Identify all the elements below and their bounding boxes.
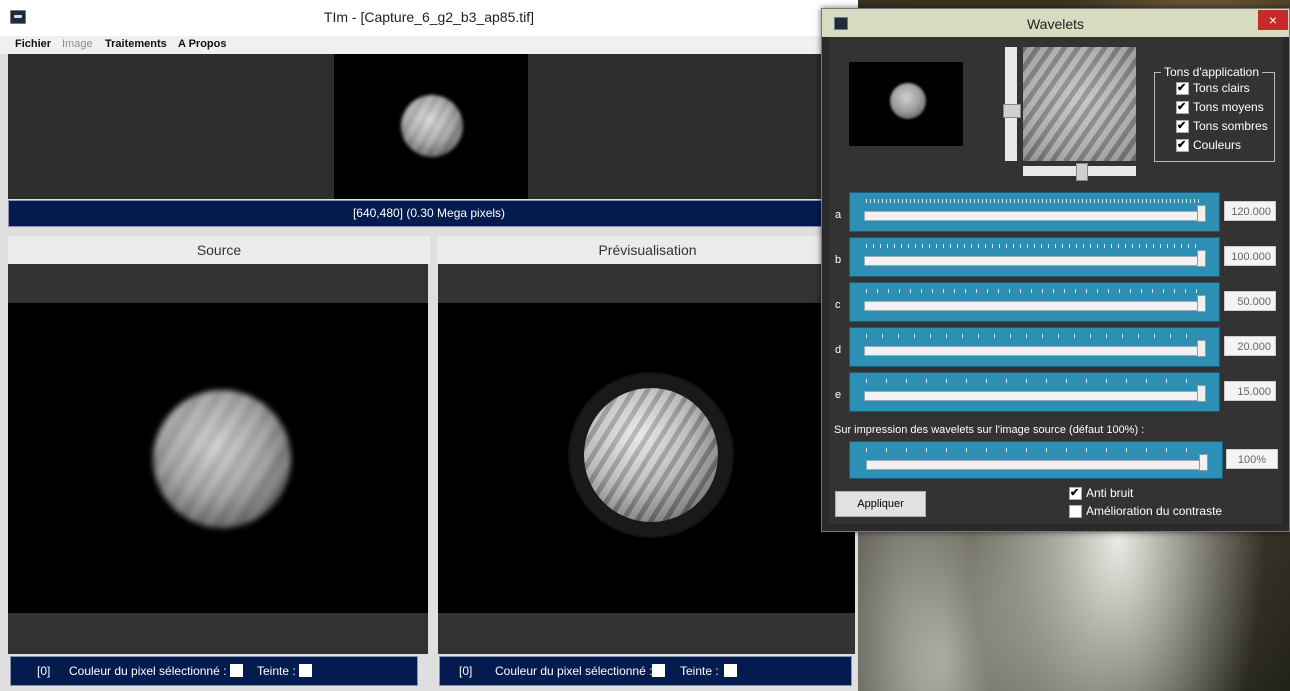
zoom-vertical-slider-thumb[interactable] — [1003, 104, 1021, 118]
planet-thumbnail — [401, 95, 463, 157]
slider-thumb[interactable] — [1197, 340, 1206, 357]
slider-c[interactable] — [849, 282, 1220, 322]
checkbox-icon[interactable] — [1176, 138, 1189, 152]
slider-ticks — [866, 334, 1202, 338]
window-title: TIm - [Capture_6_g2_b3_ap85.tif] — [323, 9, 535, 25]
menu-a-propos[interactable]: A Propos — [178, 38, 227, 50]
main-window: TIm - [Capture_6_g2_b3_ap85.tif] Fichier… — [0, 0, 858, 691]
slider-b-value[interactable]: 100.000 — [1224, 246, 1276, 266]
preview-pixel-index: [0] — [459, 664, 473, 678]
menu-fichier[interactable]: Fichier — [15, 38, 51, 50]
slider-b-label: b — [835, 254, 842, 266]
tone-label: Tons sombres — [1193, 119, 1268, 133]
checkbox-icon[interactable] — [1069, 505, 1082, 518]
slider-thumb[interactable] — [1197, 295, 1206, 312]
wavelets-detail-view[interactable] — [1023, 47, 1136, 161]
source-title: Source — [8, 236, 430, 264]
slider-track[interactable] — [864, 346, 1206, 356]
preview-planet — [584, 388, 718, 522]
slider-track[interactable] — [864, 391, 1206, 401]
preview-tint-label: Teinte : — [680, 664, 719, 678]
preview-pixel-color-label: Couleur du pixel sélectionné : — [495, 664, 653, 678]
wavelets-title-bar[interactable]: Wavelets × — [822, 9, 1289, 37]
slider-a-label: a — [835, 209, 842, 221]
checkbox-icon[interactable] — [1176, 119, 1189, 133]
checkbox-icon[interactable] — [1069, 486, 1082, 500]
slider-ticks — [866, 199, 1202, 203]
menu-traitements[interactable]: Traitements — [105, 38, 167, 50]
checkbox-icon[interactable] — [1176, 81, 1189, 95]
checkbox-icon[interactable] — [1176, 100, 1189, 114]
slider-thumb[interactable] — [1197, 385, 1206, 402]
preview-status-bar: [0] Couleur du pixel sélectionné : Teint… — [439, 656, 852, 686]
overlay-label: Sur impression des wavelets sur l'image … — [834, 424, 1145, 436]
preview-title: Prévisualisation — [437, 236, 858, 264]
slider-thumb[interactable] — [1197, 250, 1206, 267]
source-pixel-color-swatch — [230, 664, 243, 677]
source-tint-swatch — [299, 664, 312, 677]
source-status-bar: [0] Couleur du pixel sélectionné : Teint… — [10, 656, 418, 686]
slider-d[interactable] — [849, 327, 1220, 367]
wavelets-title: Wavelets — [1026, 16, 1085, 32]
preview-pixel-color-swatch — [652, 664, 665, 677]
slider-e-label: e — [835, 389, 842, 401]
anti-noise-label: Anti bruit — [1086, 486, 1134, 500]
slider-c-value[interactable]: 50.000 — [1224, 291, 1276, 311]
tones-legend: Tons d'application — [1161, 65, 1263, 79]
menu-bar: Fichier Image Traitements A Propos — [0, 36, 858, 54]
title-bar[interactable]: TIm - [Capture_6_g2_b3_ap85.tif] — [0, 0, 858, 37]
tone-label: Tons moyens — [1193, 100, 1264, 114]
source-pixel-index: [0] — [37, 664, 51, 678]
overlay-slider[interactable] — [849, 441, 1223, 479]
slider-track[interactable] — [866, 460, 1208, 470]
slider-ticks — [866, 244, 1202, 248]
slider-d-value[interactable]: 20.000 — [1224, 336, 1276, 356]
slider-d-label: d — [835, 344, 842, 356]
apply-button[interactable]: Appliquer — [835, 491, 926, 517]
preview-tint-swatch — [724, 664, 737, 677]
tone-label: Tons clairs — [1193, 81, 1250, 95]
zoom-horizontal-slider-thumb[interactable] — [1076, 163, 1088, 181]
slider-c-label: c — [835, 299, 841, 311]
menu-image[interactable]: Image — [62, 38, 93, 50]
slider-thumb[interactable] — [1199, 454, 1208, 471]
wavelets-thumbnail-planet — [890, 83, 926, 119]
close-button[interactable]: × — [1258, 10, 1288, 30]
tone-label: Couleurs — [1193, 138, 1242, 152]
slider-track[interactable] — [864, 301, 1206, 311]
slider-a-value[interactable]: 120.000 — [1224, 201, 1276, 221]
slider-ticks — [866, 379, 1202, 383]
slider-e[interactable] — [849, 372, 1220, 412]
contrast-label: Amélioration du contraste — [1086, 504, 1223, 518]
source-planet — [153, 390, 291, 528]
slider-ticks — [866, 448, 1202, 452]
slider-a[interactable] — [849, 192, 1220, 232]
slider-e-value[interactable]: 15.000 — [1224, 381, 1276, 401]
slider-track[interactable] — [864, 256, 1206, 266]
slider-thumb[interactable] — [1197, 205, 1206, 222]
image-info-bar: [640,480] (0.30 Mega pixels) — [8, 200, 850, 227]
slider-track[interactable] — [864, 211, 1206, 221]
slider-ticks — [866, 289, 1202, 293]
slider-b[interactable] — [849, 237, 1220, 277]
source-pixel-color-label: Couleur du pixel sélectionné : — [69, 664, 227, 678]
overlay-value[interactable]: 100% — [1226, 449, 1278, 469]
source-tint-label: Teinte : — [257, 664, 296, 678]
